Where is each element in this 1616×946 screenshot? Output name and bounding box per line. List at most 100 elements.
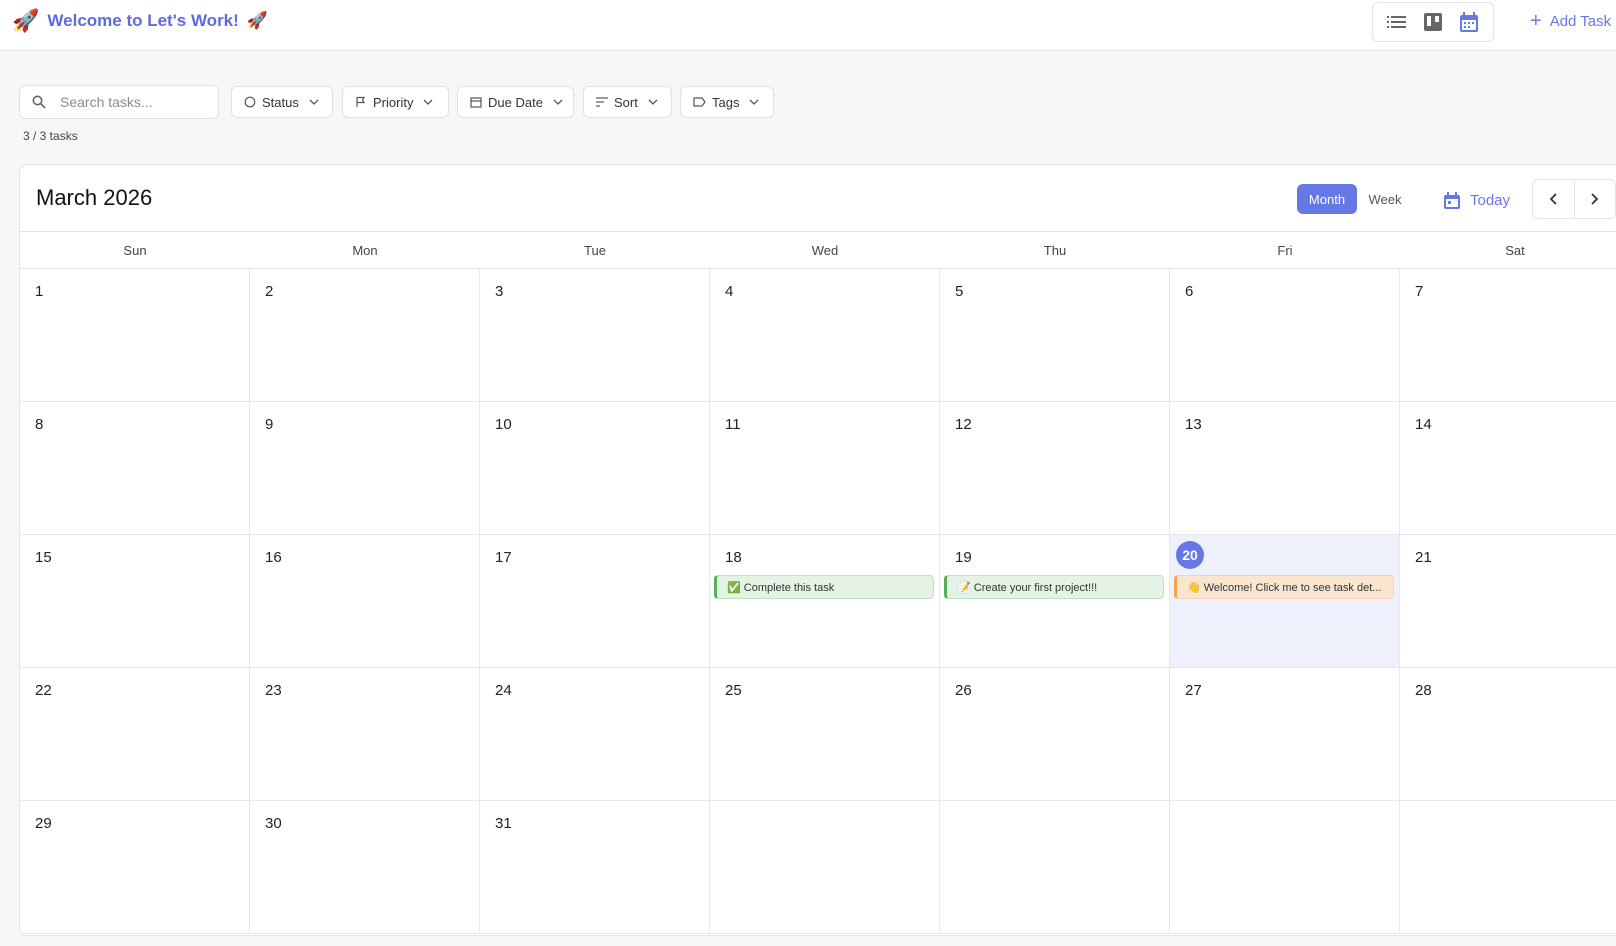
date-number: 31 xyxy=(495,815,512,832)
calendar-icon xyxy=(470,97,482,108)
next-month-button[interactable] xyxy=(1573,180,1615,218)
plus-icon: + xyxy=(1530,10,1542,32)
month-view-button[interactable]: Month xyxy=(1297,184,1357,214)
day-cell[interactable]: 17 xyxy=(480,535,710,668)
today-label: Today xyxy=(1470,191,1511,209)
day-cell[interactable]: 9 xyxy=(250,402,480,535)
date-number: 15 xyxy=(35,549,52,566)
task-title: 👋 Welcome! Click me to see task det... xyxy=(1187,581,1382,594)
due-date-filter-button[interactable]: Due Date xyxy=(457,86,574,118)
empty-day-cell xyxy=(1400,801,1616,934)
day-cell[interactable]: 5 xyxy=(940,269,1170,402)
day-cell[interactable]: 19 📝 Create your first project!!! xyxy=(940,535,1170,668)
calendar-task[interactable]: ✅ Complete this task xyxy=(714,575,934,599)
view-mode-toggle: Month Week xyxy=(1297,184,1413,214)
day-cell[interactable]: 6 xyxy=(1170,269,1400,402)
day-cell[interactable]: 31 xyxy=(480,801,710,934)
day-cell[interactable]: 23 xyxy=(250,668,480,801)
priority-filter-button[interactable]: Priority xyxy=(342,86,449,118)
chevron-down-icon xyxy=(750,99,759,105)
kanban-view-icon xyxy=(1424,13,1442,31)
week-view-button[interactable]: Week xyxy=(1357,184,1413,214)
search-icon xyxy=(32,95,46,109)
calendar-header: March 2026 Month Week Today xyxy=(20,165,1616,232)
day-cell[interactable]: 10 xyxy=(480,402,710,535)
day-cell[interactable]: 14 xyxy=(1400,402,1616,535)
day-cell[interactable]: 28 xyxy=(1400,668,1616,801)
day-cell[interactable]: 16 xyxy=(250,535,480,668)
day-cell[interactable]: 27 xyxy=(1170,668,1400,801)
chevron-right-icon xyxy=(1591,193,1599,205)
date-number: 1 xyxy=(35,283,44,300)
date-number: 7 xyxy=(1415,283,1424,300)
search-input[interactable] xyxy=(60,94,200,110)
date-number: 28 xyxy=(1415,682,1432,699)
day-cell[interactable]: 3 xyxy=(480,269,710,402)
day-cell[interactable]: 24 xyxy=(480,668,710,801)
rocket-icon: 🚀 xyxy=(246,11,268,30)
status-filter-label: Status xyxy=(262,94,299,110)
date-number: 29 xyxy=(35,815,52,832)
date-number: 9 xyxy=(265,416,274,433)
day-cell[interactable]: 11 xyxy=(710,402,940,535)
day-cell[interactable]: 7 xyxy=(1400,269,1616,402)
day-cell[interactable]: 26 xyxy=(940,668,1170,801)
date-number: 23 xyxy=(265,682,282,699)
day-cell[interactable]: 8 xyxy=(20,402,250,535)
day-cell[interactable]: 29 xyxy=(20,801,250,934)
task-title: 📝 Create your first project!!! xyxy=(957,581,1098,594)
date-number: 6 xyxy=(1185,283,1194,300)
day-cell[interactable]: 12 xyxy=(940,402,1170,535)
date-number: 22 xyxy=(35,682,52,699)
weekday-label: Sun xyxy=(123,243,147,258)
view-switcher xyxy=(1372,2,1494,42)
date-number: 3 xyxy=(495,283,504,300)
calendar-task[interactable]: 👋 Welcome! Click me to see task det... xyxy=(1174,575,1394,599)
list-view-button[interactable] xyxy=(1382,7,1412,37)
date-number: 13 xyxy=(1185,416,1202,433)
date-number: 5 xyxy=(955,283,964,300)
day-cell[interactable]: 15 xyxy=(20,535,250,668)
sort-button[interactable]: Sort xyxy=(583,86,672,118)
kanban-view-button[interactable] xyxy=(1418,7,1448,37)
chevron-down-icon xyxy=(309,99,319,105)
date-number: 17 xyxy=(495,549,512,566)
date-number: 4 xyxy=(725,283,734,300)
date-number: 18 xyxy=(725,549,742,566)
day-cell[interactable]: 20 👋 Welcome! Click me to see task det... xyxy=(1170,535,1400,668)
day-cell[interactable]: 13 xyxy=(1170,402,1400,535)
chevron-down-icon xyxy=(423,99,433,105)
circle-icon xyxy=(244,96,256,108)
day-cell[interactable]: 4 xyxy=(710,269,940,402)
day-cell[interactable]: 2 xyxy=(250,269,480,402)
day-cell[interactable]: 21 xyxy=(1400,535,1616,668)
add-task-label: Add Task xyxy=(1549,12,1612,30)
calendar: March 2026 Month Week Today Sun Mon Tue Wed… xyxy=(19,164,1616,936)
day-cell[interactable]: 25 xyxy=(710,668,940,801)
day-cell[interactable]: 30 xyxy=(250,801,480,934)
month-title: March 2026 xyxy=(36,185,153,210)
weekday-label: Tue xyxy=(584,243,606,258)
task-title: ✅ Complete this task xyxy=(727,581,835,594)
date-number: 8 xyxy=(35,416,44,433)
add-task-button[interactable]: + Add Task xyxy=(1530,10,1612,32)
weekday-label: Thu xyxy=(1043,243,1067,258)
today-button[interactable]: Today xyxy=(1444,185,1510,215)
date-number: 25 xyxy=(725,682,742,699)
date-number: 16 xyxy=(265,549,282,566)
search-box xyxy=(19,85,219,119)
date-number: 26 xyxy=(955,682,972,699)
top-bar: 🚀 Welcome to Let's Work! 🚀 + Add Task xyxy=(0,0,1616,51)
tags-filter-button[interactable]: Tags xyxy=(680,86,774,118)
day-cell[interactable]: 18 ✅ Complete this task xyxy=(710,535,940,668)
empty-day-cell xyxy=(940,801,1170,934)
day-cell[interactable]: 1 xyxy=(20,269,250,402)
calendar-task[interactable]: 📝 Create your first project!!! xyxy=(944,575,1164,599)
status-filter-button[interactable]: Status xyxy=(231,86,333,118)
day-cell[interactable]: 22 xyxy=(20,668,250,801)
calendar-view-button[interactable] xyxy=(1454,7,1484,37)
date-number: 21 xyxy=(1415,549,1432,566)
task-count: 3 / 3 tasks xyxy=(23,129,78,143)
previous-month-button[interactable] xyxy=(1533,180,1574,218)
chevron-down-icon xyxy=(553,99,563,105)
